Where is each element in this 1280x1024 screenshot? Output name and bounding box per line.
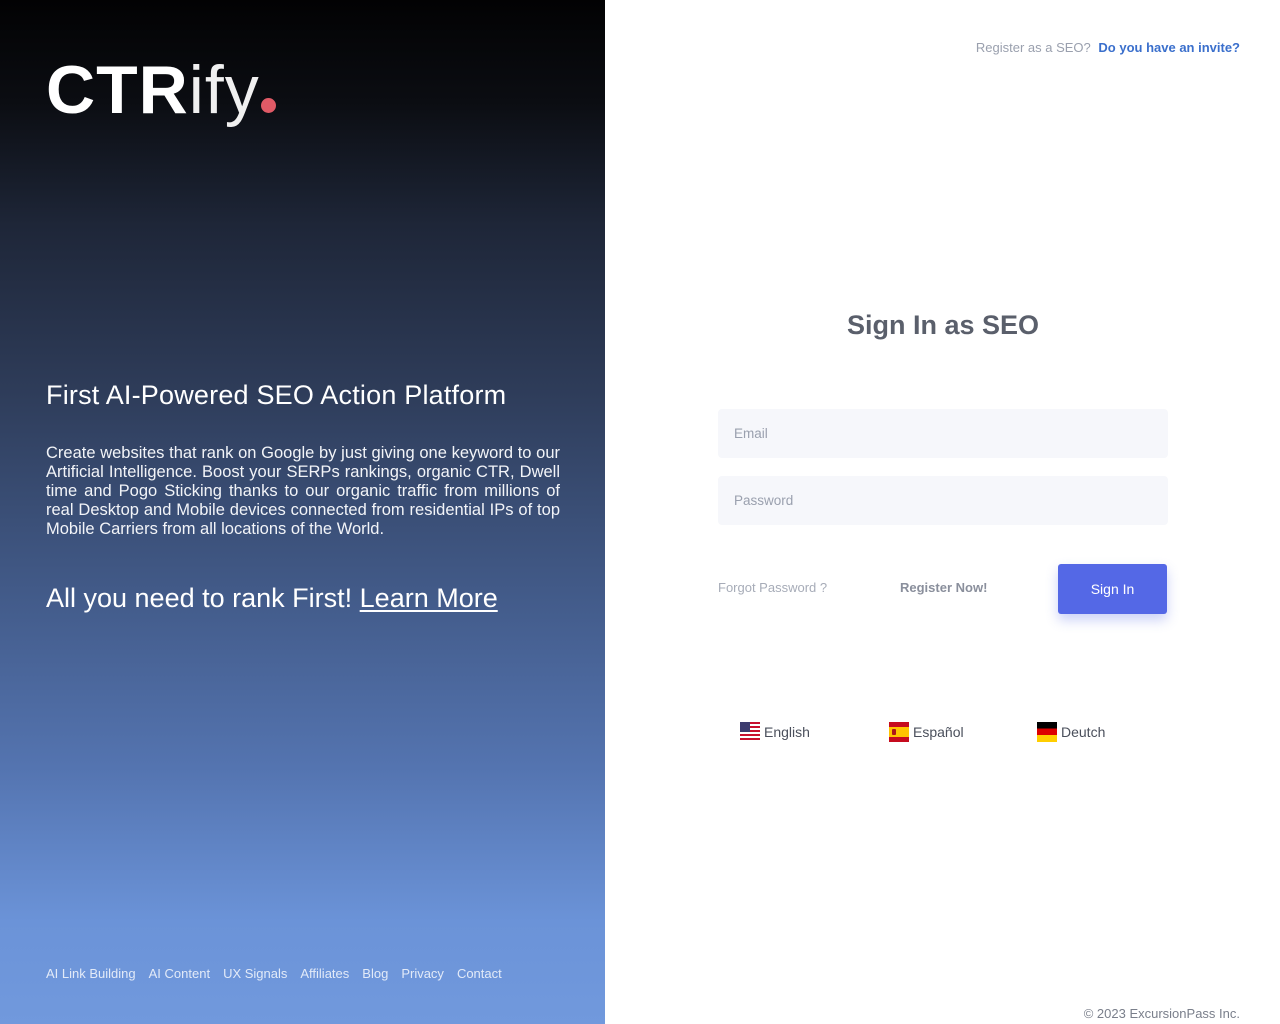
left-panel: CTRify First AI-Powered SEO Action Platf… [0, 0, 605, 1024]
email-field[interactable] [718, 409, 1168, 458]
footer-link-blog[interactable]: Blog [362, 966, 388, 981]
footer-nav: AI Link Building AI Content UX Signals A… [46, 966, 502, 981]
footer-link-contact[interactable]: Contact [457, 966, 502, 981]
language-label: Español [913, 724, 964, 740]
forgot-password-link[interactable]: Forgot Password ? [718, 580, 827, 595]
register-prompt: Register as a SEO? [975, 40, 1091, 55]
footer-link-ai-content[interactable]: AI Content [149, 966, 210, 981]
footer-link-ai-link-building[interactable]: AI Link Building [46, 966, 136, 981]
footer-link-ux-signals[interactable]: UX Signals [223, 966, 287, 981]
logo-dot-icon [260, 98, 276, 113]
logo-bold-text: CTR [46, 52, 189, 128]
learn-more-link[interactable]: Learn More [360, 583, 498, 613]
cta-text: All you need to rank First! [46, 583, 353, 613]
language-deutch[interactable]: Deutch [1037, 722, 1105, 742]
hero-headline: First AI-Powered SEO Action Platform [46, 380, 507, 410]
top-right-register: Register as a SEO? Do you have an invite… [976, 40, 1240, 55]
logo-light-text: ify [188, 52, 260, 128]
invite-link[interactable]: Do you have an invite? [1098, 40, 1240, 55]
footer-link-privacy[interactable]: Privacy [401, 966, 444, 981]
signin-title: Sign In as SEO [846, 310, 1040, 340]
footer-link-affiliates[interactable]: Affiliates [300, 966, 349, 981]
password-field[interactable] [718, 476, 1168, 525]
hero-description: Create websites that rank on Google by j… [46, 444, 560, 538]
language-english[interactable]: English [740, 722, 810, 742]
language-label: Deutch [1061, 724, 1106, 740]
sign-in-button[interactable]: Sign In [1058, 564, 1167, 614]
us-flag-icon [740, 722, 760, 742]
language-label: English [764, 724, 810, 740]
germany-flag-icon [1037, 722, 1057, 742]
language-espanol[interactable]: Español [889, 722, 964, 742]
register-now-link[interactable]: Register Now! [900, 580, 987, 595]
spain-flag-icon [889, 722, 909, 742]
hero-cta: All you need to rank First! Learn More [46, 583, 586, 614]
copyright: © 2023 ExcursionPass Inc. [1083, 1006, 1240, 1021]
ctrify-logo[interactable]: CTRify [46, 50, 276, 130]
